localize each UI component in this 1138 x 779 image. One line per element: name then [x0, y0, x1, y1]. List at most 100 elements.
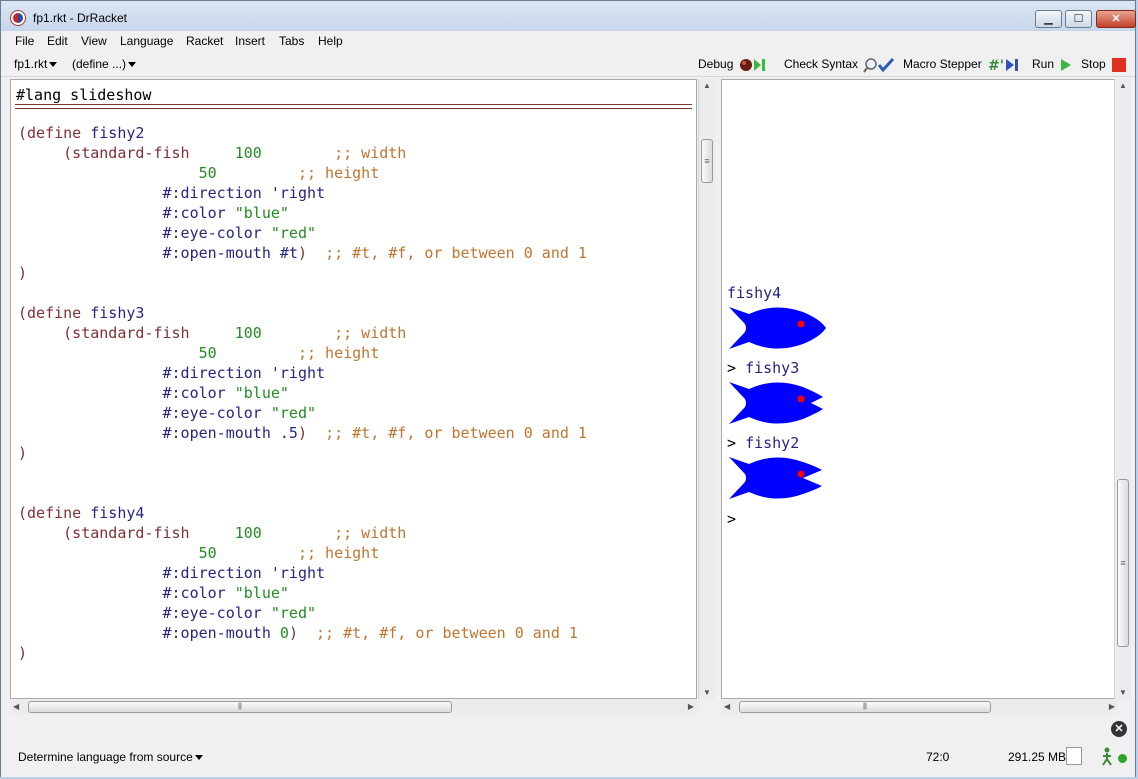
menu-help[interactable]: Help — [318, 34, 343, 48]
code-comment: ;; height — [297, 544, 380, 562]
fish-eye — [797, 395, 805, 403]
code-comment: ;; #t, #f, or between 0 and 1 — [325, 244, 587, 262]
grip-icon: ⦀ — [863, 701, 867, 712]
language-label: Determine language from source — [18, 750, 193, 764]
debug-button[interactable]: Debug — [698, 57, 773, 73]
scroll-up-icon[interactable]: ▲ — [1119, 81, 1127, 90]
grip-icon: ≡ — [704, 156, 710, 166]
editor-vertical-scrollbar[interactable]: ▲ ≡ ▼ — [698, 79, 715, 699]
scroll-right-icon[interactable]: ▶ — [1109, 702, 1115, 711]
language-selector[interactable]: Determine language from source — [18, 750, 203, 764]
memory-indicator — [1066, 747, 1082, 765]
fish-body — [729, 457, 822, 499]
color-value: "blue" — [234, 204, 289, 222]
definitions-editor[interactable]: #lang slideshow (define fishy2 (standard… — [10, 79, 697, 699]
svg-text:#': #' — [988, 58, 1004, 73]
repl-vertical-scroll-thumb[interactable]: ≡ — [1117, 479, 1129, 647]
play-icon — [1061, 59, 1072, 71]
menu-racket[interactable]: Racket — [186, 34, 223, 48]
toolbar: fp1.rkt (define ...) Debug Check Syntax … — [1, 52, 1135, 77]
memory-usage[interactable]: 291.25 MB — [1008, 750, 1066, 764]
interactions-pane[interactable]: fishy4 > fishy3 > fishy2 > — [721, 79, 1118, 699]
direction-value: 'right — [270, 184, 326, 202]
height-value: 50 — [198, 164, 217, 182]
direction-value: 'right — [270, 564, 326, 582]
check-syntax-label: Check Syntax — [784, 57, 859, 72]
scroll-right-icon[interactable]: ▶ — [688, 702, 694, 711]
open-mouth-value: 0 — [279, 624, 289, 642]
width-value: 100 — [234, 324, 262, 342]
run-button[interactable]: Run — [1032, 57, 1073, 73]
close-button[interactable]: ✕ — [1096, 10, 1136, 28]
stop-icon — [1112, 58, 1127, 72]
lang-line: #lang slideshow — [16, 86, 152, 104]
magnifier-check-icon — [863, 57, 895, 73]
repl-result-name: fishy3 — [745, 359, 800, 377]
macro-stepper-button[interactable]: Macro Stepper #' — [903, 57, 1023, 74]
eye-color-value: "red" — [270, 224, 317, 242]
fish-image — [729, 307, 826, 349]
define-name: fishy3 — [90, 304, 145, 322]
color-value: "blue" — [234, 584, 289, 602]
stop-label: Stop — [1081, 57, 1106, 72]
repl-prompt: > — [727, 434, 746, 452]
chevron-down-icon — [194, 755, 203, 761]
scroll-left-icon[interactable]: ◀ — [724, 702, 730, 711]
direction-value: 'right — [270, 364, 326, 382]
chevron-down-icon — [128, 62, 137, 68]
editor-horizontal-scrollbar[interactable]: ◀ ⦀ ▶ — [10, 699, 697, 715]
fish-body — [729, 307, 826, 349]
code-comment: ;; height — [297, 344, 380, 362]
height-value: 50 — [198, 344, 217, 362]
drracket-window: fp1.rkt - DrRacket ▁ ☐ ✕ File Edit View … — [0, 0, 1136, 777]
menu-view[interactable]: View — [81, 34, 107, 48]
file-dropdown-label: fp1.rkt — [14, 57, 48, 71]
repl-result-name: fishy4 — [727, 284, 782, 302]
open-mouth-value: #t — [279, 244, 298, 262]
lang-separator — [15, 104, 692, 109]
menu-tabs[interactable]: Tabs — [279, 34, 304, 48]
maximize-button[interactable]: ☐ — [1065, 10, 1092, 28]
code-comment: ;; width — [334, 324, 407, 342]
define-dropdown[interactable]: (define ...) — [72, 57, 137, 71]
menu-bar: File Edit View Language Racket Insert Ta… — [1, 31, 1135, 51]
stop-button[interactable]: Stop — [1081, 57, 1127, 73]
scroll-down-icon[interactable]: ▼ — [1119, 688, 1127, 697]
code-comment: ;; height — [297, 164, 380, 182]
code-comment: ;; #t, #f, or between 0 and 1 — [316, 624, 578, 642]
menu-insert[interactable]: Insert — [235, 34, 265, 48]
minimize-button[interactable]: ▁ — [1035, 10, 1062, 28]
repl-horizontal-scroll-thumb[interactable]: ⦀ — [739, 701, 991, 713]
menu-language[interactable]: Language — [120, 34, 173, 48]
repl-entry: > fishy3 — [727, 359, 799, 377]
width-value: 100 — [234, 144, 262, 162]
title-bar[interactable]: fp1.rkt - DrRacket ▁ ☐ ✕ — [1, 1, 1136, 31]
repl-prompt: > — [727, 359, 746, 377]
width-value: 100 — [234, 524, 262, 542]
repl-entry: fishy4 — [727, 284, 781, 302]
fish-body — [729, 382, 823, 424]
menu-file[interactable]: File — [15, 34, 34, 48]
repl-result-name: fishy2 — [745, 434, 800, 452]
macro-stepper-label: Macro Stepper — [903, 57, 982, 72]
define-name: fishy4 — [90, 504, 145, 522]
scroll-left-icon[interactable]: ◀ — [13, 702, 19, 711]
editor-horizontal-scroll-thumb[interactable]: ⦀ — [28, 701, 452, 713]
define-dropdown-label: (define ...) — [72, 57, 127, 71]
repl-vertical-scrollbar[interactable]: ▲ ≡ ▼ — [1114, 79, 1131, 699]
check-syntax-button[interactable]: Check Syntax — [784, 57, 897, 73]
debug-icon — [739, 59, 765, 71]
editor-vertical-scroll-thumb[interactable]: ≡ — [701, 139, 713, 183]
menu-edit[interactable]: Edit — [47, 34, 68, 48]
repl-final-prompt[interactable]: > — [727, 510, 736, 528]
define-name: fishy2 — [90, 124, 145, 142]
file-dropdown[interactable]: fp1.rkt — [14, 57, 58, 71]
repl-horizontal-scrollbar[interactable]: ◀ ⦀ ▶ — [721, 699, 1118, 715]
code-area[interactable]: (define fishy2 (standard-fish 100 ;; wid… — [18, 123, 587, 663]
scroll-down-icon[interactable]: ▼ — [703, 688, 711, 697]
scroll-up-icon[interactable]: ▲ — [703, 81, 711, 90]
height-value: 50 — [198, 544, 217, 562]
close-panel-icon[interactable]: ✕ — [1111, 721, 1127, 737]
status-light-icon — [1118, 754, 1127, 763]
fish-eye — [797, 320, 805, 328]
